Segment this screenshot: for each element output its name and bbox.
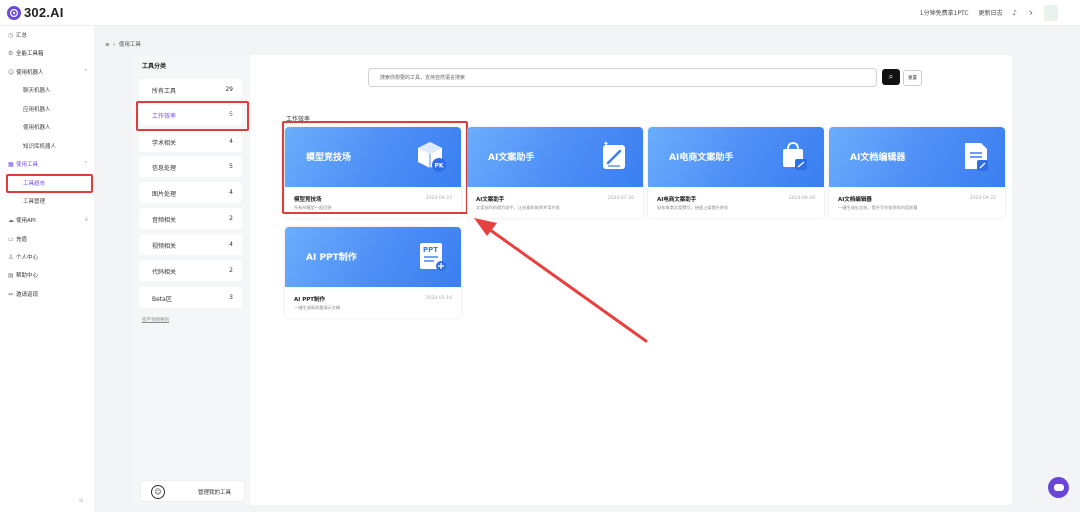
card-date: 2024-09-22 xyxy=(969,196,996,201)
category-item[interactable]: 代码相关 2 xyxy=(139,260,242,281)
main-panel xyxy=(131,55,1012,505)
search-icon: ⌕ xyxy=(888,72,894,81)
sidebar-item-recharge[interactable]: ▭ 充值 xyxy=(8,233,27,245)
category-item[interactable]: 所有工具 29 xyxy=(139,79,242,100)
collapse-sidebar-icon[interactable]: ⊞ xyxy=(79,498,83,504)
document-edit-icon xyxy=(965,143,988,171)
svg-text:PPT: PPT xyxy=(423,246,438,254)
sidebar-item-kbbot[interactable]: 知识库机器人 xyxy=(23,140,56,152)
card-title: AI文案助手 xyxy=(476,197,505,203)
help-icon: ▤ xyxy=(8,271,14,279)
card-banner-title: AI文案助手 xyxy=(488,153,535,163)
card-desc: 一键生成长文档，提升写作效率和内容质量 xyxy=(838,205,918,210)
breadcrumb: ≡ › 使用工具 xyxy=(105,42,141,48)
sidebar-item-profile[interactable]: ♙ 个人中心 xyxy=(8,251,38,263)
card-banner-title: AI PPT制作 xyxy=(306,253,357,263)
toolbox-icon: ⚙ xyxy=(8,49,14,57)
tool-card[interactable]: AI电商文案助手 AI电商文案助手 2024-09-28 轻松电商文案撰写，快速… xyxy=(648,127,824,218)
invite-icon: ⇔ xyxy=(8,290,14,298)
chat-support-button[interactable] xyxy=(1048,477,1069,498)
highlight-box xyxy=(282,121,468,214)
api-icon: ☁ xyxy=(8,216,14,224)
card-title: AI电商文案助手 xyxy=(657,197,697,203)
shopping-bag-icon xyxy=(783,142,807,170)
recharge-icon: ▭ xyxy=(8,235,14,243)
user-icon: ♙ xyxy=(8,253,14,261)
card-date: 2024-05-16 xyxy=(425,296,452,301)
sidebar-item-api[interactable]: ☁ 使用API v xyxy=(8,214,88,226)
sidebar-item-chatbot[interactable]: 聊天机器人 xyxy=(23,84,51,96)
sidebar-item-help[interactable]: ▤ 帮助中心 xyxy=(8,269,38,281)
ppt-icon: PPT xyxy=(420,243,446,271)
chevron-up-icon: ^ xyxy=(83,69,88,75)
card-desc: 轻松电商文案撰写，快速上架提升转化 xyxy=(657,205,729,210)
category-item[interactable]: 图片处理 4 xyxy=(139,182,242,203)
category-item[interactable]: 音频相关 2 xyxy=(139,208,242,229)
card-desc: 文案创作的得力助手，让创意和效率并驾齐驱 xyxy=(476,205,560,210)
chevron-up-icon: ^ xyxy=(83,161,88,167)
card-banner-title: AI文档编辑器 xyxy=(850,153,906,163)
request-tool-link[interactable]: 找不到想要的 xyxy=(142,317,169,323)
category-item[interactable]: Beta区 3 xyxy=(139,287,242,308)
highlight-box xyxy=(6,174,93,193)
logo-icon xyxy=(7,5,21,20)
search-input[interactable]: 搜索你想要的工具，支持自然语言搜索 xyxy=(368,68,877,87)
reset-button[interactable]: 重置 xyxy=(903,70,922,86)
logo[interactable]: 302.AI xyxy=(7,5,64,20)
card-date: 2024-09-28 xyxy=(788,196,815,201)
logo-text: 302.AI xyxy=(24,5,64,20)
sidebar-item-summary[interactable]: ◷ 汇总 xyxy=(8,29,27,41)
chevron-down-icon: v xyxy=(85,217,88,223)
tools-icon: ▦ xyxy=(8,160,14,168)
breadcrumb-current: 使用工具 xyxy=(118,42,141,48)
category-item[interactable]: 学术相关 4 xyxy=(139,131,242,152)
tool-card[interactable]: AI文档编辑器 AI文档编辑器 2024-09-22 一键生成长文档，提升写作效… xyxy=(829,127,1005,218)
sidebar-item-invite[interactable]: ⇔ 邀请返现 xyxy=(8,288,38,300)
card-desc: 一键生成高质量演示文稿 xyxy=(294,305,341,310)
changelog-link[interactable]: 更新日志 xyxy=(979,8,1003,17)
card-title: AI PPT制作 xyxy=(294,297,326,303)
card-title: AI文档编辑器 xyxy=(838,197,872,203)
svg-text:✦: ✦ xyxy=(603,140,609,148)
top-bar: 302.AI 1分钟免费拿1PTC 更新日志 ♪ ゝ xyxy=(0,0,1080,26)
tool-card[interactable]: AI PPT制作 PPT AI PPT制作 2024-05-16 一键生成高质量… xyxy=(285,227,461,318)
sidebar-item-toolbox[interactable]: ⚙ 全能工具箱 xyxy=(8,47,44,59)
card-date: 2024-07-26 xyxy=(607,196,634,201)
pen-document-icon: ✦ xyxy=(603,140,625,169)
sidebar-item-tools[interactable]: ▦ 使用工具 ^ xyxy=(8,158,88,170)
menu-icon[interactable]: ≡ xyxy=(105,42,110,48)
avatar[interactable] xyxy=(1044,4,1058,21)
category-title: 工具分类 xyxy=(142,63,167,70)
chat-bubble-icon xyxy=(1053,484,1064,491)
manage-tools-button[interactable]: ☺ 管理我的工具 xyxy=(140,480,245,502)
sidebar-item-appbot[interactable]: 应用机器人 xyxy=(23,103,51,115)
translate-icon[interactable]: ゝ xyxy=(1027,8,1034,18)
card-banner-title: AI电商文案助手 xyxy=(669,153,734,163)
category-item[interactable]: 视频相关 4 xyxy=(139,234,242,255)
category-item[interactable]: 信息处理 5 xyxy=(139,156,242,177)
robot-icon: ☺ xyxy=(8,68,15,76)
search-button[interactable]: ⌕ xyxy=(882,69,900,85)
sidebar-item-robots[interactable]: ☺ 使用机器人 ^ xyxy=(8,66,88,78)
highlight-box xyxy=(136,101,249,131)
sidebar-item-usebot[interactable]: 使用机器人 xyxy=(23,121,51,133)
promo-link[interactable]: 1分钟免费拿1PTC xyxy=(920,8,969,17)
user-circle-icon: ☺ xyxy=(151,485,165,499)
dashboard-icon: ◷ xyxy=(8,31,14,39)
tool-card[interactable]: AI文案助手 ✦ AI文案助手 2024-07-26 文案创作的得力助手，让创意… xyxy=(467,127,643,218)
bell-icon[interactable]: ♪ xyxy=(1013,9,1017,17)
sidebar-item-tool-manage[interactable]: 工具管理 xyxy=(23,195,45,207)
